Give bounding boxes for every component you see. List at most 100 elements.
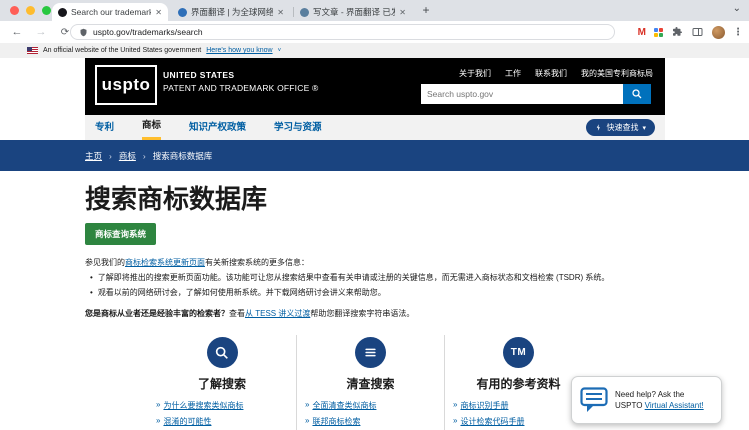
nav-trademarks[interactable]: 商标 xyxy=(142,115,161,140)
link-federal-trademark-search[interactable]: 联邦商标检索 xyxy=(312,416,360,427)
side-panel-icon[interactable] xyxy=(691,26,704,38)
bullet-text: 了解即将推出的搜索更新页面功能。该功能可让您从搜索结果中查看有关申请或注册的关键… xyxy=(98,272,610,283)
link-trademark-id-manual[interactable]: 商标识别手册 xyxy=(460,400,508,411)
link-why-search-similar-marks[interactable]: 为什么要搜索类似商标 xyxy=(163,400,243,411)
article-favicon xyxy=(300,8,309,17)
browser-window: Search our trademark datab... ✕ 界面翻译 | 为… xyxy=(0,0,749,430)
column-title: 清查搜索 xyxy=(297,375,444,392)
gov-banner-toggle[interactable]: Here's how you know xyxy=(206,47,272,54)
tab-bar: Search our trademark datab... ✕ 界面翻译 | 为… xyxy=(0,0,749,21)
chevron-right-icon: » xyxy=(453,416,457,427)
header-link-contact[interactable]: 联系我们 xyxy=(535,68,567,79)
list-item: » 联邦商标检索 xyxy=(305,416,444,427)
close-tab-icon[interactable]: ✕ xyxy=(277,8,284,17)
chat-text: Need help? Ask the USPTO Virtual Assista… xyxy=(615,389,704,411)
close-window-button[interactable] xyxy=(10,6,19,15)
minimize-window-button[interactable] xyxy=(26,6,35,15)
tab-title: 界面翻译 | 为全球网络平台提供... xyxy=(191,6,273,18)
page-title: 搜索商标数据库 xyxy=(85,184,267,214)
url-text: uspto.gov/trademarks/search xyxy=(93,27,203,37)
virtual-assistant-link[interactable]: Virtual Assistant! xyxy=(645,401,704,410)
close-tab-icon[interactable]: ✕ xyxy=(399,8,406,17)
tab-title: 写文章 - 界面翻译 已发布 美国... xyxy=(313,6,395,18)
nav-patents[interactable]: 专利 xyxy=(95,115,114,140)
caret-down-icon: ▾ xyxy=(642,124,646,132)
tab-write-article[interactable]: 写文章 - 界面翻译 已发布 美国... ✕ xyxy=(294,3,412,21)
us-flag-icon xyxy=(27,47,38,54)
chevron-right-icon: » xyxy=(305,400,309,411)
tess-transition-link[interactable]: 从 TESS 讲义过渡 xyxy=(245,309,310,318)
primary-nav: 专利 商标 知识产权政策 学习与资源 快速查找 ▾ xyxy=(85,115,665,140)
tm-label: TM xyxy=(511,347,526,358)
bullet-icon: • xyxy=(90,287,93,298)
intro-suffix: 有关新搜索系统的更多信息： xyxy=(205,258,309,267)
org-line1: UNITED STATES xyxy=(163,70,318,80)
uspto-logo[interactable]: uspto xyxy=(95,65,157,105)
column-helpful-references: TM 有用的参考资料 » 商标识别手册 » 设计检索代码手册 » 商标查询帮助信… xyxy=(444,335,592,430)
browser-toolbar: ← → ⟳ uspto.gov/trademarks/search M ⋮ xyxy=(0,21,749,43)
search-system-updates-link[interactable]: 商标检索系统更新页面 xyxy=(125,258,205,267)
gov-banner: An official website of the United States… xyxy=(0,43,749,58)
tm-circle-icon: TM xyxy=(503,337,534,368)
close-tab-icon[interactable]: ✕ xyxy=(155,8,162,17)
lightning-icon xyxy=(595,123,602,132)
breadcrumb: 主页 › 商标 › 搜索商标数据库 xyxy=(0,140,749,171)
breadcrumb-current: 搜索商标数据库 xyxy=(153,150,213,162)
quick-links-button[interactable]: 快速查找 ▾ xyxy=(586,119,655,136)
nav-ip-policy[interactable]: 知识产权政策 xyxy=(189,115,246,140)
bullet-text: 观看以前的网络研讨会，了解如何使用新系统。并下载网络研讨会讲义来帮助您。 xyxy=(98,287,386,298)
new-tab-button[interactable]: + xyxy=(418,3,434,19)
quick-links-label: 快速查找 xyxy=(606,122,638,133)
trademark-search-system-button[interactable]: 商标查询系统 xyxy=(85,223,156,245)
gmail-extension-icon[interactable]: M xyxy=(638,27,646,38)
site-search-input[interactable] xyxy=(421,84,623,104)
link-likelihood-of-confusion[interactable]: 混淆的可能性 xyxy=(163,416,211,427)
profile-avatar[interactable] xyxy=(712,26,725,39)
chat-widget[interactable]: Need help? Ask the USPTO Virtual Assista… xyxy=(571,376,722,424)
link-comprehensive-clearance[interactable]: 全面清查类似商标 xyxy=(312,400,376,411)
practitioner-paragraph: 您是商标从业者还是经验丰富的检索者？查看从 TESS 讲义过渡帮助您翻译搜索字符… xyxy=(85,308,414,319)
tab-overview-icon[interactable]: ⌄ xyxy=(733,3,741,14)
tab-translate-platform[interactable]: 界面翻译 | 为全球网络平台提供... ✕ xyxy=(172,3,290,21)
chat-brand: USPTO xyxy=(615,401,642,410)
practitioner-question: 您是商标从业者还是经验丰富的检索者？ xyxy=(85,309,229,318)
nav-learning-resources[interactable]: 学习与资源 xyxy=(274,115,322,140)
column-learn-searching: 了解搜索 » 为什么要搜索类似商标 » 混淆的可能性 » 使用协调类 xyxy=(148,335,296,430)
translate-favicon xyxy=(178,8,187,17)
breadcrumb-separator-icon: › xyxy=(143,151,146,161)
chevron-right-icon: » xyxy=(453,400,457,411)
colorful-extension-icon[interactable] xyxy=(654,28,663,37)
site-security-icon xyxy=(79,28,88,37)
breadcrumb-home[interactable]: 主页 xyxy=(85,150,102,162)
org-line2: PATENT AND TRADEMARK OFFICE ® xyxy=(163,83,318,93)
header-link-about[interactable]: 关于我们 xyxy=(459,68,491,79)
practitioner-suffix: 帮助您翻译搜索字符串语法。 xyxy=(310,309,414,318)
intro-paragraph: 参见我们的商标检索系统更新页面有关新搜索系统的更多信息： xyxy=(85,257,309,268)
list-item: » 为什么要搜索类似商标 xyxy=(156,400,296,411)
header-link-myuspto[interactable]: 我的美国专利商标局 xyxy=(581,68,653,79)
list-item: » 混淆的可能性 xyxy=(156,416,296,427)
list-item: » 全面清查类似商标 xyxy=(305,400,444,411)
back-button[interactable]: ← xyxy=(10,26,24,38)
link-design-search-code-manual[interactable]: 设计检索代码手册 xyxy=(460,416,524,427)
search-circle-icon xyxy=(207,337,238,368)
window-controls xyxy=(10,6,51,15)
uspto-header: uspto UNITED STATES PATENT AND TRADEMARK… xyxy=(85,58,665,115)
chevron-right-icon: » xyxy=(156,416,160,427)
site-search-button[interactable] xyxy=(623,84,651,104)
bullet-list: • 了解即将推出的搜索更新页面功能。该功能可让您从搜索结果中查看有关申请或注册的… xyxy=(90,272,609,302)
tab-uspto-search[interactable]: Search our trademark datab... ✕ xyxy=(52,3,168,21)
uspto-favicon xyxy=(58,8,67,17)
extensions-puzzle-icon[interactable] xyxy=(671,26,683,38)
tab-title: Search our trademark datab... xyxy=(71,7,151,17)
column-clearance-search: 清查搜索 » 全面清查类似商标 » 联邦商标检索 » 入门讲义 xyxy=(296,335,444,430)
forward-button[interactable]: → xyxy=(34,26,48,38)
header-link-careers[interactable]: 工作 xyxy=(505,68,521,79)
browser-menu-icon[interactable]: ⋮ xyxy=(733,27,743,38)
fullscreen-window-button[interactable] xyxy=(42,6,51,15)
address-bar[interactable]: uspto.gov/trademarks/search xyxy=(70,24,615,40)
feature-columns: 了解搜索 » 为什么要搜索类似商标 » 混淆的可能性 » 使用协调类 xyxy=(148,335,592,430)
gov-banner-text: An official website of the United States… xyxy=(43,47,201,54)
breadcrumb-trademarks[interactable]: 商标 xyxy=(119,150,136,162)
chevron-right-icon: » xyxy=(305,416,309,427)
